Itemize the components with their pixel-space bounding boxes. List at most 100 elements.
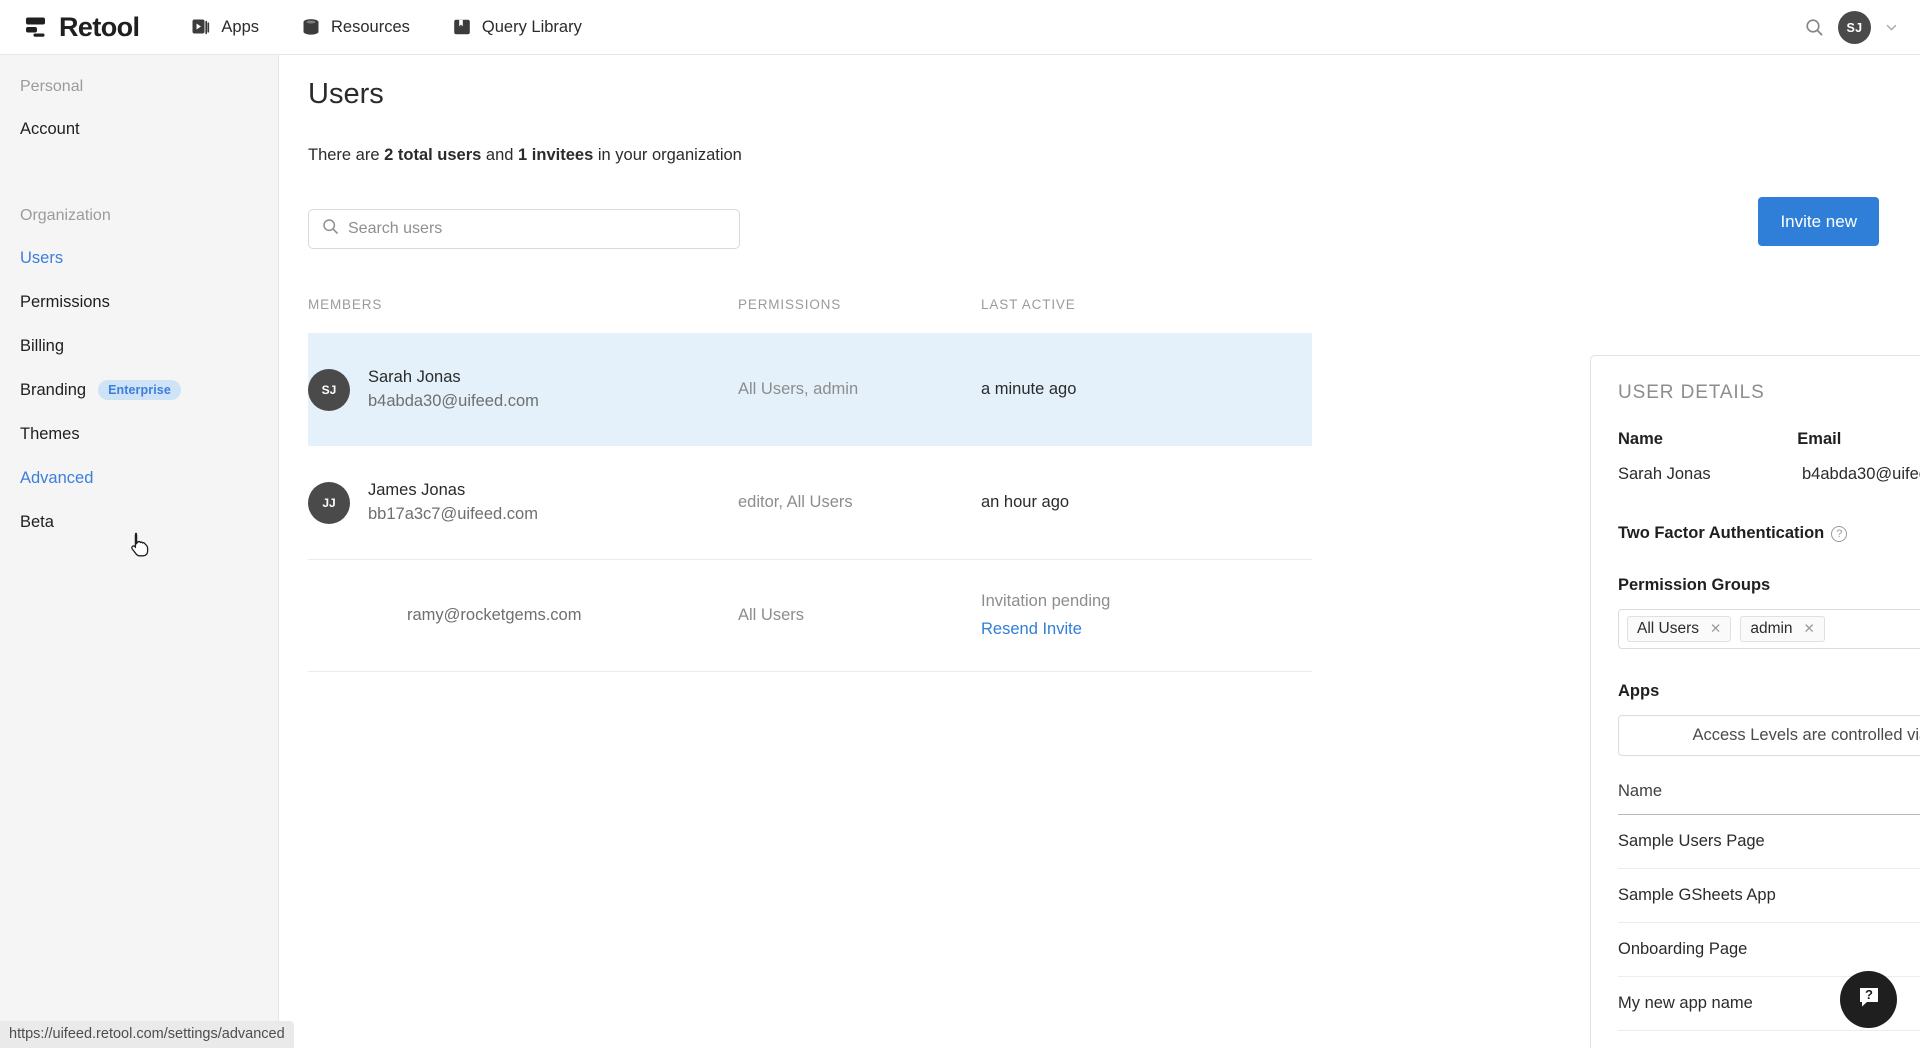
table-row[interactable]: ramy@rocketgems.com All Users Invitation… [308, 559, 1312, 672]
sidebar-item-label: Account [20, 119, 80, 138]
invitation-pending-label: Invitation pending [981, 592, 1111, 610]
apps-section-label: Apps [1618, 682, 1660, 700]
sidebar-item-label: Themes [20, 424, 80, 443]
page-body: Personal Account Organization Users Perm… [0, 55, 1920, 1048]
sidebar-item-billing[interactable]: Billing [0, 334, 278, 358]
member-identity: Sarah Jonas b4abda30@uifeed.com [368, 368, 539, 411]
sidebar-item-label: Users [20, 248, 64, 267]
details-value-row: Sarah Jonas b4abda30@uifeed.com [1618, 461, 1920, 487]
member-last-active: an hour ago [981, 493, 1070, 511]
app-row[interactable]: Onboarding Page - 724b own [1618, 1031, 1920, 1048]
apps-icon [191, 17, 211, 37]
search-icon[interactable] [1805, 18, 1824, 37]
chevron-down-icon[interactable] [1885, 21, 1898, 34]
column-header-members: MEMBERS [308, 297, 383, 312]
enterprise-badge: Enterprise [98, 380, 181, 400]
avatar: SJ [308, 368, 350, 411]
sidebar-item-beta[interactable]: Beta [0, 510, 278, 534]
invite-new-button[interactable]: Invite new [1758, 197, 1879, 246]
retool-logo[interactable]: Retool [24, 12, 140, 43]
topbar-right-controls: SJ [1805, 0, 1898, 55]
summary-prefix: There are [308, 146, 385, 164]
sidebar-item-advanced[interactable]: Advanced [0, 466, 278, 490]
member-permissions: All Users [738, 606, 805, 624]
user-details-title: USER DETAILS [1618, 382, 1765, 403]
nav-item-query-library[interactable]: Query Library [452, 17, 582, 37]
sidebar-item-label: Beta [20, 512, 54, 531]
page-title: Users [308, 78, 384, 110]
two-factor-label: Two Factor Authentication [1618, 524, 1825, 542]
table-row[interactable]: SJ Sarah Jonas b4abda30@uifeed.com All U… [308, 333, 1312, 446]
close-icon[interactable]: ✕ [1710, 621, 1721, 637]
search-users-box[interactable] [308, 209, 740, 249]
avatar: JJ [308, 481, 350, 524]
member-cell: JJ James Jonas bb17a3c7@uifeed.com [308, 481, 738, 524]
search-input[interactable] [348, 220, 726, 238]
table-header-row: MEMBERS PERMISSIONS LAST ACTIVE [308, 297, 1312, 333]
column-header-last-active: LAST ACTIVE [981, 297, 1076, 312]
user-name-value: Sarah Jonas [1618, 464, 1711, 483]
users-settings-page: Retool Apps Resources Query Library SJ P… [0, 0, 1920, 1048]
app-name: Sample Users Page [1618, 832, 1765, 850]
app-name: Sample GSheets App [1618, 886, 1776, 904]
sidebar-group-organization: Organization [20, 207, 111, 224]
table-row[interactable]: JJ James Jonas bb17a3c7@uifeed.com edito… [308, 446, 1312, 559]
user-email-value: b4abda30@uifeed.com [1802, 464, 1920, 483]
sidebar-item-label: Advanced [20, 468, 94, 487]
sidebar-item-permissions[interactable]: Permissions [0, 290, 278, 314]
nav-item-resources[interactable]: Resources [301, 17, 410, 37]
summary-suffix: in your organization [593, 146, 742, 164]
permission-groups-label: Permission Groups [1618, 576, 1771, 594]
primary-nav: Apps Resources Query Library [191, 17, 582, 37]
user-details-panel: USER DETAILS Name Email Enabled Sarah Jo… [1590, 355, 1920, 1048]
nav-item-apps[interactable]: Apps [191, 17, 259, 37]
users-table: MEMBERS PERMISSIONS LAST ACTIVE SJ Sarah… [308, 297, 1312, 672]
help-button[interactable]: ? [1840, 971, 1897, 1028]
access-levels-banner: Access Levels are controlled via Permiss… [1618, 715, 1920, 756]
question-chat-icon: ? [1856, 984, 1882, 1015]
app-row[interactable]: Sample Users Page own [1618, 815, 1920, 869]
mouse-cursor-pointer-icon [130, 532, 154, 558]
member-permissions: All Users, admin [738, 380, 859, 398]
main-content: Users There are 2 total users and 1 invi… [279, 55, 1920, 1048]
sidebar-item-label: Permissions [20, 292, 110, 311]
close-icon[interactable]: ✕ [1804, 621, 1815, 637]
permission-tag[interactable]: All Users ✕ [1627, 616, 1732, 642]
sidebar-item-account[interactable]: Account [0, 117, 278, 141]
permission-tag-label: All Users [1637, 620, 1700, 637]
column-header-name: Name [1618, 782, 1663, 800]
question-circle-icon[interactable]: ? [1831, 525, 1848, 542]
retool-logo-icon [24, 14, 50, 40]
nav-label-query-library: Query Library [481, 17, 582, 36]
sidebar-group-personal: Personal [20, 78, 84, 95]
two-factor-row: Two Factor Authentication ? Off [1618, 524, 1920, 543]
top-navigation-bar: Retool Apps Resources Query Library SJ [0, 0, 1920, 55]
two-factor-label-group: Two Factor Authentication ? [1618, 524, 1848, 543]
sidebar-item-branding[interactable]: Branding Enterprise [0, 378, 278, 402]
member-name: James Jonas [368, 481, 466, 499]
sidebar-item-themes[interactable]: Themes [0, 422, 278, 446]
database-icon [301, 17, 321, 37]
sidebar-item-label: Branding [20, 380, 87, 399]
label-email: Email [1797, 430, 1842, 448]
member-last-active: a minute ago [981, 380, 1077, 398]
apps-table-header: Name Access Level [1618, 782, 1920, 815]
app-name: Onboarding Page [1618, 940, 1748, 958]
status-bar-url: https://uifeed.retool.com/settings/advan… [0, 1021, 294, 1048]
member-permissions: editor, All Users [738, 493, 853, 511]
search-icon [322, 218, 339, 240]
permission-tag[interactable]: admin ✕ [1740, 616, 1825, 642]
nav-label-resources: Resources [331, 17, 410, 36]
member-cell: ramy@rocketgems.com [308, 606, 738, 625]
users-summary: There are 2 total users and 1 invitees i… [308, 146, 1920, 165]
permission-groups-input[interactable]: All Users ✕ admin ✕ [1618, 609, 1920, 649]
app-row[interactable]: Onboarding Page own [1618, 923, 1920, 977]
app-row[interactable]: Sample GSheets App own [1618, 869, 1920, 923]
resend-invite-link[interactable]: Resend Invite [981, 620, 1241, 639]
sidebar-item-users[interactable]: Users [0, 246, 278, 270]
avatar[interactable]: SJ [1838, 11, 1871, 44]
member-email: ramy@rocketgems.com [407, 606, 582, 624]
member-name: Sarah Jonas [368, 368, 461, 386]
svg-text:?: ? [1865, 987, 1873, 1002]
